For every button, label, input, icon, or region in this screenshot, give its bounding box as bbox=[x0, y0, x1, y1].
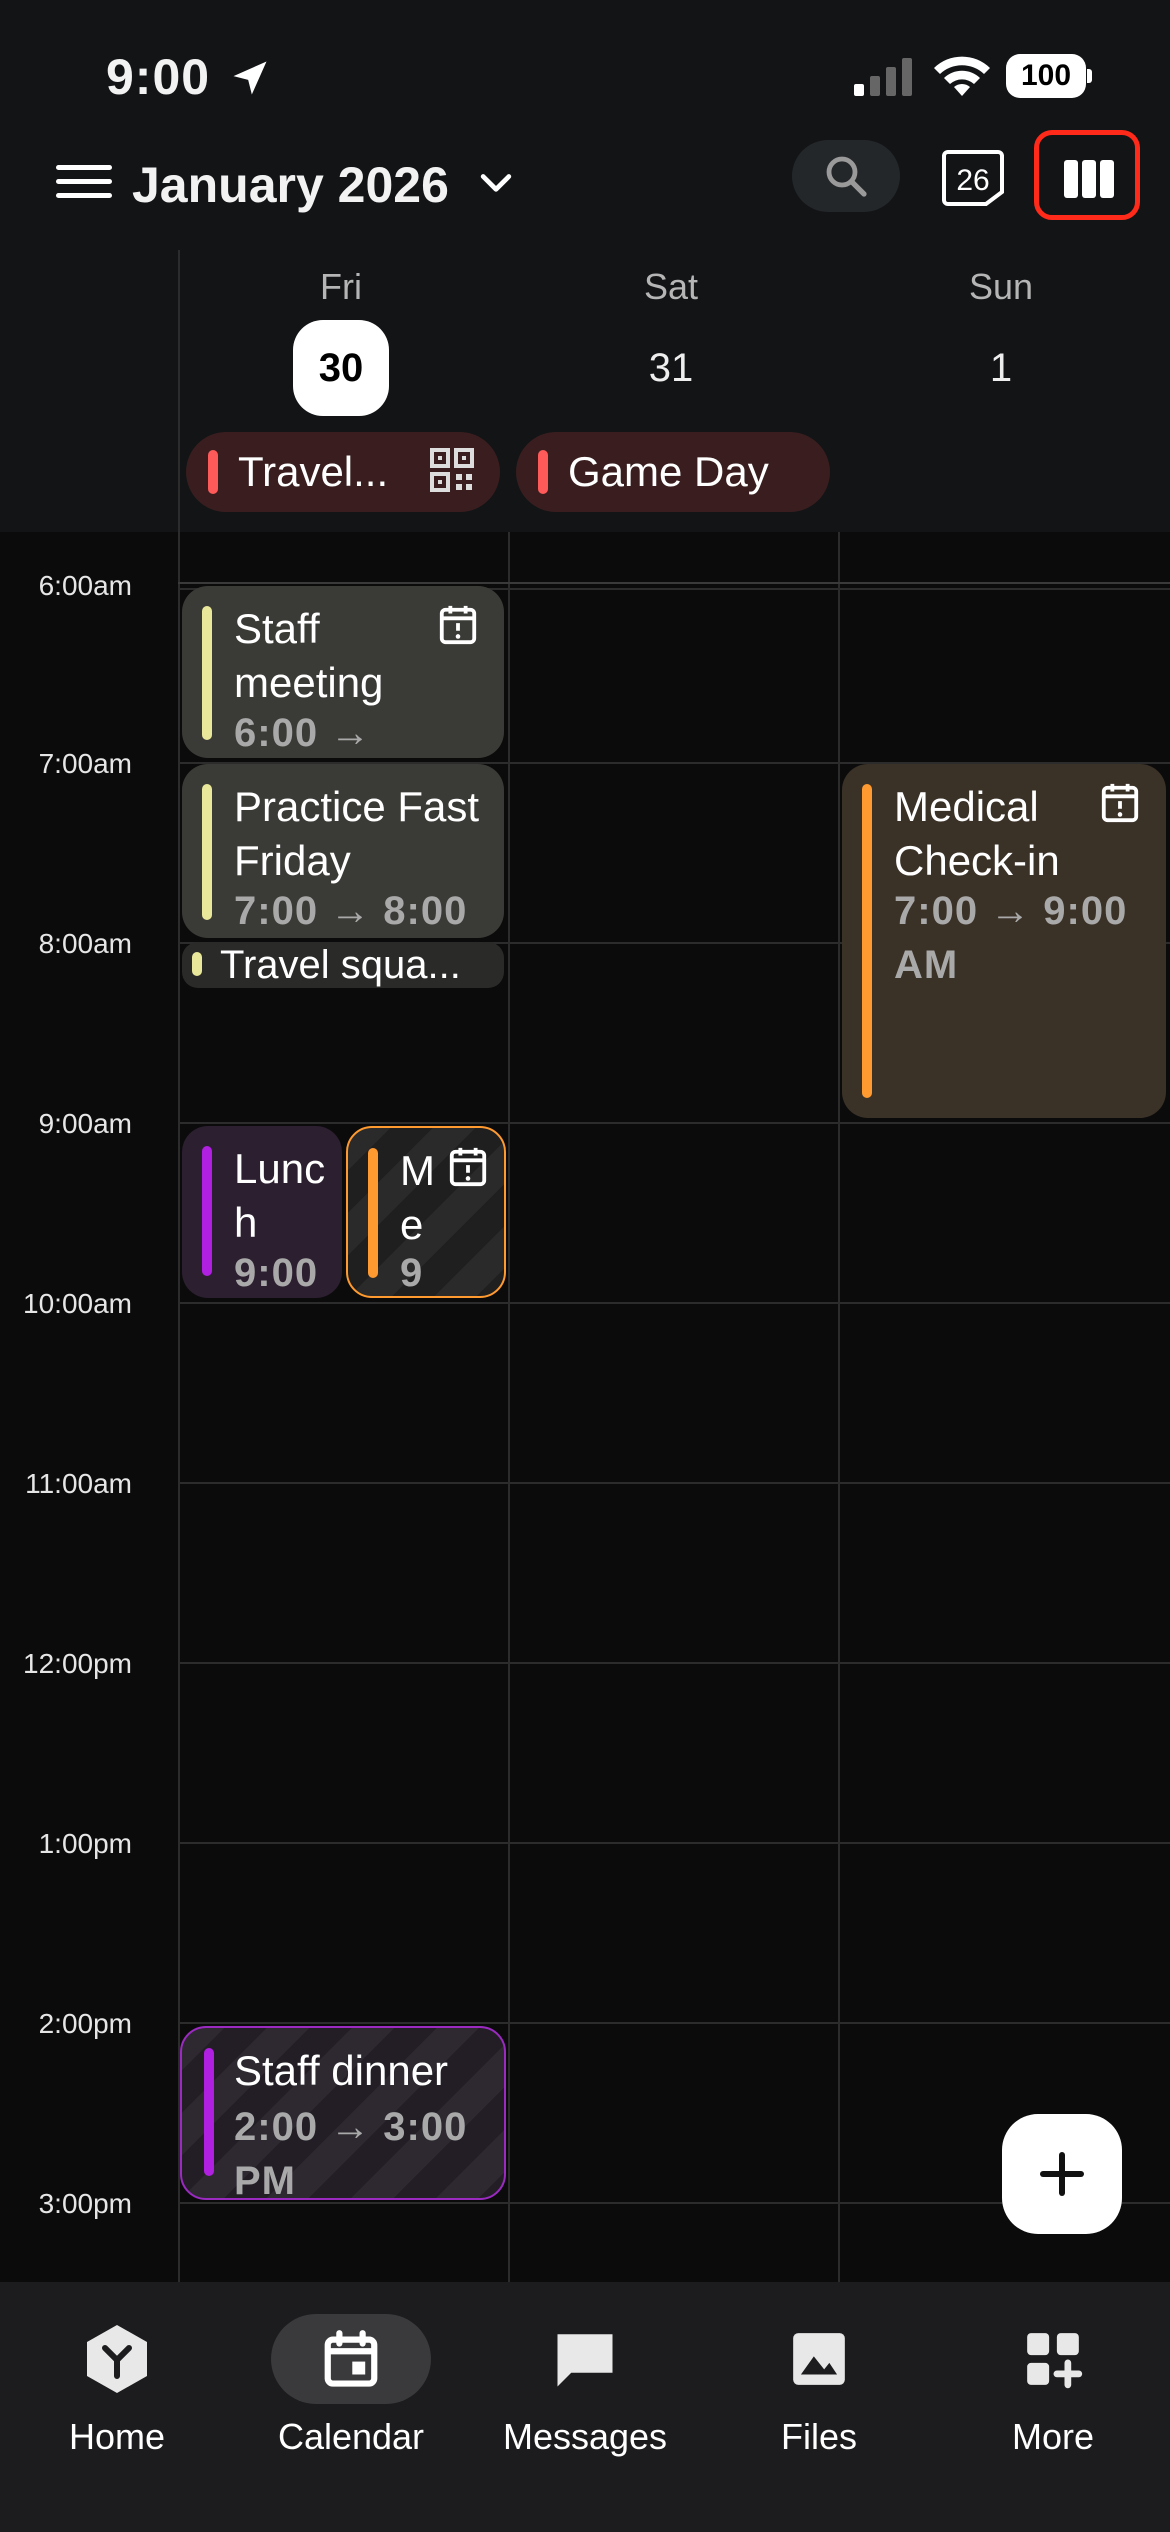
search-icon bbox=[826, 156, 867, 197]
time-label: 11:00am bbox=[25, 1468, 132, 1499]
event-lunch[interactable]: Lunch 9:00 bbox=[182, 1126, 342, 1298]
day-header: Fri Sat Sun 30 31 1 Travel... Game Day bbox=[0, 250, 1170, 532]
calendar-alert-icon bbox=[439, 605, 477, 645]
messages-icon bbox=[557, 2334, 613, 2387]
day-number-30[interactable]: 30 bbox=[176, 320, 506, 416]
qr-code-icon bbox=[430, 448, 474, 492]
event-me[interactable]: Me 9 bbox=[346, 1126, 506, 1298]
files-icon bbox=[793, 2333, 845, 2385]
tab-messages[interactable]: Messages bbox=[468, 2314, 702, 2458]
calendar-icon bbox=[324, 2330, 378, 2387]
time-label: 2:00pm bbox=[38, 2008, 132, 2039]
time-grid[interactable]: 6:00am 7:00am 8:00am 9:00am 10:00am 11:0… bbox=[0, 532, 1170, 2282]
day-number-31[interactable]: 31 bbox=[506, 320, 836, 416]
menu-icon[interactable] bbox=[56, 156, 112, 212]
battery-indicator: 100 bbox=[1006, 54, 1092, 98]
event-medical-checkin[interactable]: Medical Check-in 7:00 → 9:00 AM bbox=[842, 764, 1166, 1118]
today-button[interactable]: 26 bbox=[940, 148, 1006, 208]
event-travel-squad[interactable]: Travel squa... bbox=[182, 942, 504, 988]
time-label: 1:00pm bbox=[38, 1828, 132, 1859]
three-day-view-button[interactable] bbox=[1034, 130, 1140, 220]
month-title[interactable]: January 2026 bbox=[132, 150, 449, 220]
chevron-down-icon[interactable] bbox=[474, 160, 518, 204]
tab-calendar[interactable]: Calendar bbox=[234, 2314, 468, 2458]
time-label: 9:00am bbox=[38, 1108, 132, 1139]
tab-home[interactable]: Home bbox=[0, 2314, 234, 2458]
time-label: 6:00am bbox=[38, 570, 132, 601]
search-button[interactable] bbox=[792, 140, 900, 212]
event-staff-meeting[interactable]: Staff meeting 6:00 → bbox=[182, 586, 504, 758]
event-staff-dinner[interactable]: Staff dinner 2:00 → 3:00 PM bbox=[180, 2026, 506, 2200]
day-name-sat: Sat bbox=[643, 266, 699, 307]
day-name-fri: Fri bbox=[320, 266, 362, 307]
time-label: 3:00pm bbox=[38, 2188, 132, 2219]
calendar-header: January 2026 26 bbox=[0, 130, 1170, 250]
time-label: 8:00am bbox=[38, 928, 132, 959]
calendar-alert-icon bbox=[449, 1147, 487, 1187]
time-label: 12:00pm bbox=[23, 1648, 132, 1679]
time-label: 7:00am bbox=[38, 748, 132, 779]
tab-more[interactable]: More bbox=[936, 2314, 1170, 2458]
location-arrow-icon bbox=[233, 61, 267, 95]
add-event-button[interactable] bbox=[1002, 2114, 1122, 2234]
event-practice-fast-friday[interactable]: Practice Fast Friday 7:00 → 8:00 bbox=[182, 764, 504, 938]
bottom-nav: Home Calendar Messages Files More bbox=[0, 2282, 1170, 2532]
tab-files[interactable]: Files bbox=[702, 2314, 936, 2458]
calendar-alert-icon bbox=[1101, 783, 1139, 823]
day-number-1[interactable]: 1 bbox=[836, 320, 1166, 416]
day-name-sun: Sun bbox=[968, 266, 1034, 307]
home-icon bbox=[87, 2325, 147, 2393]
all-day-event-travel[interactable]: Travel... bbox=[186, 432, 500, 512]
today-badge-number: 26 bbox=[956, 164, 989, 197]
time-label: 10:00am bbox=[23, 1288, 132, 1319]
columns-icon bbox=[1064, 160, 1114, 198]
status-time: 9:00 bbox=[106, 49, 211, 105]
wifi-icon bbox=[934, 56, 990, 96]
all-day-event-game-day[interactable]: Game Day bbox=[516, 432, 830, 512]
calendar-today-icon: 26 bbox=[942, 150, 1004, 206]
more-icon bbox=[1027, 2333, 1083, 2389]
cellular-signal-icon bbox=[854, 58, 912, 96]
status-bar: 9:00 100 bbox=[0, 0, 1170, 140]
